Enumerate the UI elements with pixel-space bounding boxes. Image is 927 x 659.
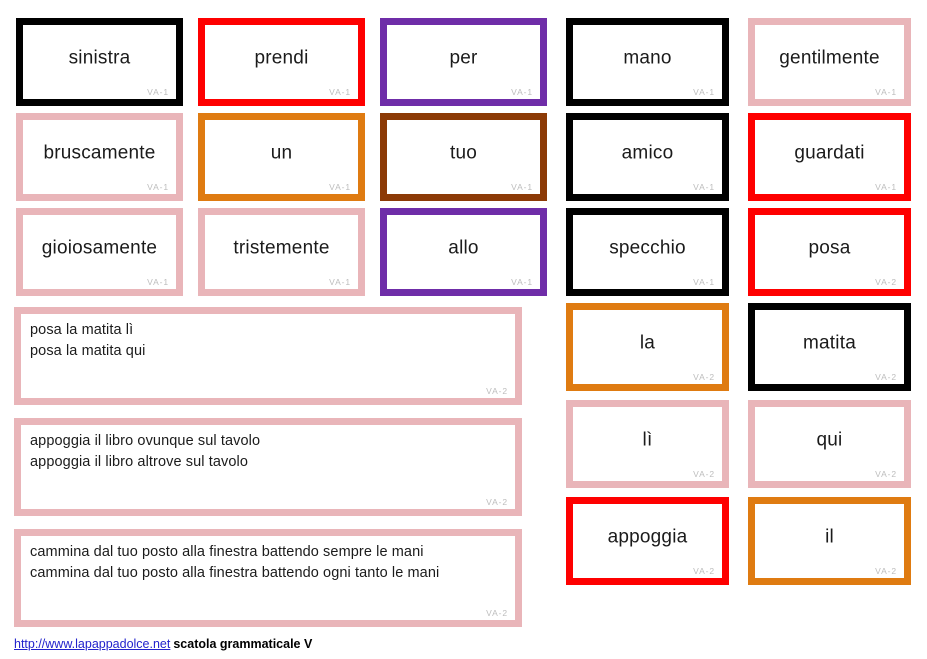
word-card[interactable]: bruscamente VA-1 <box>16 113 183 201</box>
footer: http://www.lapappadolce.net scatola gramm… <box>14 637 313 652</box>
word-card-tag: VA-1 <box>511 181 533 192</box>
word-card[interactable]: mano VA-1 <box>566 18 729 106</box>
sentence-strip-tag: VA-2 <box>486 496 508 507</box>
word-card-label: un <box>270 142 293 164</box>
word-card-tag: VA-1 <box>329 86 351 97</box>
sentence-line: cammina dal tuo posto alla finestra batt… <box>30 544 424 560</box>
sentence-line: posa la matita lì <box>30 322 134 338</box>
word-card-label: qui <box>816 429 843 451</box>
word-card-tag: VA-1 <box>875 86 897 97</box>
sentence-strip[interactable]: cammina dal tuo posto alla finestra batt… <box>14 529 522 627</box>
word-card-label: per <box>449 47 478 69</box>
sentence-strip-lines: cammina dal tuo posto alla finestra batt… <box>30 542 506 583</box>
word-card[interactable]: gioiosamente VA-1 <box>16 208 183 296</box>
word-card-label: la <box>639 332 656 354</box>
sentence-line: posa la matita qui <box>30 342 146 359</box>
word-card-tag: VA-1 <box>147 181 169 192</box>
word-card[interactable]: guardati VA-1 <box>748 113 911 201</box>
word-card[interactable]: il VA-2 <box>748 497 911 585</box>
word-card-tag: VA-2 <box>875 371 897 382</box>
word-card-label: tristemente <box>233 237 330 259</box>
word-card[interactable]: per VA-1 <box>380 18 547 106</box>
sentence-strip[interactable]: appoggia il libro ovunque sul tavolo appo… <box>14 418 522 516</box>
word-card-label: amico <box>621 142 674 164</box>
word-card-tag: VA-1 <box>511 276 533 287</box>
worksheet-page: sinistra VA-1 prendi VA-1 per VA-1 mano VA-1 gen… <box>0 0 927 659</box>
sentence-strip-tag: VA-2 <box>486 385 508 396</box>
word-card-label: sinistra <box>68 47 131 69</box>
word-card-tag: VA-1 <box>329 276 351 287</box>
word-card-tag: VA-2 <box>693 565 715 576</box>
word-card-tag: VA-1 <box>875 181 897 192</box>
word-card[interactable]: posa VA-2 <box>748 208 911 296</box>
word-card[interactable]: tuo VA-1 <box>380 113 547 201</box>
sentence-line: appoggia il libro altrove sul tavolo <box>30 453 249 470</box>
word-card-label: lì <box>642 429 653 451</box>
word-card[interactable]: appoggia VA-2 <box>566 497 729 585</box>
word-card[interactable]: gentilmente VA-1 <box>748 18 911 106</box>
word-card-tag: VA-1 <box>693 86 715 97</box>
word-card-tag: VA-2 <box>875 276 897 287</box>
word-card[interactable]: un VA-1 <box>198 113 365 201</box>
word-card[interactable]: sinistra VA-1 <box>16 18 183 106</box>
word-card-label: gioiosamente <box>41 237 158 259</box>
word-card[interactable]: la VA-2 <box>566 303 729 391</box>
word-card-label: allo <box>448 237 479 259</box>
word-card-label: tuo <box>449 142 477 164</box>
sentence-line: appoggia il libro ovunque sul tavolo <box>30 433 261 449</box>
word-card-tag: VA-2 <box>693 468 715 479</box>
sentence-strip[interactable]: posa la matita lì posa la matita qui VA-2 <box>14 307 522 405</box>
word-card[interactable]: allo VA-1 <box>380 208 547 296</box>
word-card-label: matita <box>803 332 856 354</box>
word-card-tag: VA-1 <box>329 181 351 192</box>
word-card-tag: VA-1 <box>511 86 533 97</box>
source-url-link[interactable]: http://www.lapappadolce.net <box>14 637 170 651</box>
word-card-label: appoggia <box>607 526 688 548</box>
footer-caption: scatola grammaticale V <box>173 637 313 652</box>
word-card-tag: VA-2 <box>875 565 897 576</box>
word-card[interactable]: specchio VA-1 <box>566 208 729 296</box>
word-card[interactable]: qui VA-2 <box>748 400 911 488</box>
word-card-label: il <box>825 526 834 548</box>
word-card-tag: VA-1 <box>147 86 169 97</box>
word-card[interactable]: tristemente VA-1 <box>198 208 365 296</box>
word-card-tag: VA-1 <box>693 276 715 287</box>
sentence-strip-tag: VA-2 <box>486 607 508 618</box>
word-card-tag: VA-1 <box>693 181 715 192</box>
sentence-line: cammina dal tuo posto alla finestra batt… <box>30 564 440 581</box>
word-card[interactable]: prendi VA-1 <box>198 18 365 106</box>
word-card-label: gentilmente <box>779 47 880 69</box>
sentence-strip-lines: appoggia il libro ovunque sul tavolo appo… <box>30 431 506 472</box>
word-card-tag: VA-1 <box>147 276 169 287</box>
word-card-label: guardati <box>794 142 865 164</box>
word-card-tag: VA-2 <box>693 371 715 382</box>
word-card-label: posa <box>808 237 851 259</box>
sentence-strip-lines: posa la matita lì posa la matita qui <box>30 320 506 361</box>
word-card[interactable]: lì VA-2 <box>566 400 729 488</box>
word-card-label: prendi <box>254 47 309 69</box>
word-card[interactable]: matita VA-2 <box>748 303 911 391</box>
word-card[interactable]: amico VA-1 <box>566 113 729 201</box>
word-card-label: mano <box>623 47 672 69</box>
word-card-tag: VA-2 <box>875 468 897 479</box>
word-card-label: bruscamente <box>43 142 156 164</box>
word-card-label: specchio <box>609 237 686 259</box>
